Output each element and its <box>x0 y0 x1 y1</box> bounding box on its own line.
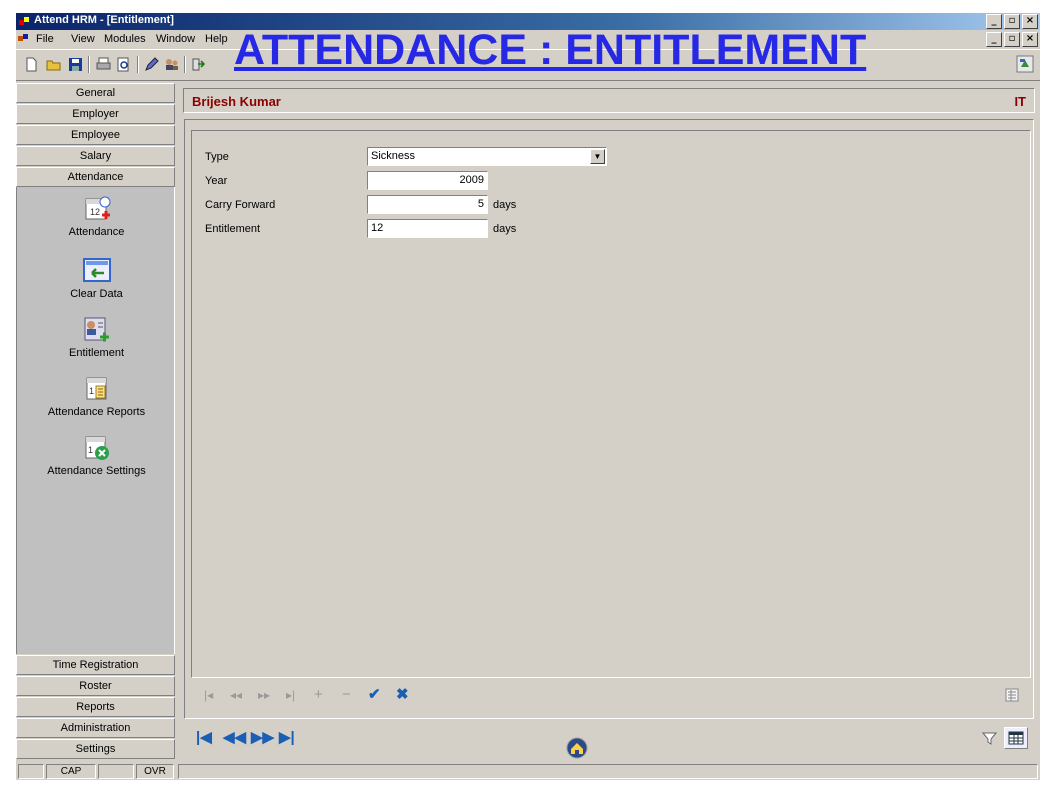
menu-modules[interactable]: Modules <box>104 33 146 45</box>
cancel-x-icon[interactable]: ✖ <box>396 685 409 703</box>
entitlement-unit: days <box>493 223 517 235</box>
nav-item-label: Attendance Reports <box>47 406 146 418</box>
status-blank-2 <box>98 764 134 779</box>
status-message <box>178 764 1038 779</box>
application-window: Attend HRM - [Entitlement] _ ▫ × File Vi… <box>16 13 1040 780</box>
status-bar: CAP OVR <box>16 763 1040 780</box>
attendance-panel: 12 Attendance Clear Data Entitlement 1 A… <box>16 187 175 654</box>
nav-roster[interactable]: Roster <box>16 676 175 696</box>
employee-name: Brijesh Kumar <box>192 94 281 109</box>
nav-item-label: Attendance <box>68 226 125 238</box>
refresh-icon[interactable] <box>1016 55 1034 73</box>
nav-employer[interactable]: Employer <box>16 104 175 124</box>
nav-item-label: Clear Data <box>70 288 123 300</box>
prior-record-icon[interactable]: ◂◂ <box>230 688 242 702</box>
nav-reports[interactable]: Reports <box>16 697 175 717</box>
calendar-add-icon: 12 <box>82 195 112 223</box>
next-page-icon[interactable]: ▶▶ <box>251 728 274 746</box>
edit-icon[interactable] <box>144 57 159 72</box>
grid-view-icon[interactable] <box>1005 688 1019 702</box>
print-preview-icon[interactable] <box>116 57 131 72</box>
child-close-button[interactable]: × <box>1022 32 1038 47</box>
status-ovr: OVR <box>136 764 174 779</box>
type-select[interactable]: Sickness ▼ <box>367 147 607 166</box>
menu-file[interactable]: File <box>36 33 54 45</box>
entitlement-label: Entitlement <box>205 223 261 235</box>
nav-employee[interactable]: Employee <box>16 125 175 145</box>
menu-window[interactable]: Window <box>156 33 195 45</box>
post-check-icon[interactable]: ✔ <box>368 685 381 703</box>
nav-general[interactable]: General <box>16 83 175 103</box>
child-minimize-button[interactable]: _ <box>986 32 1002 47</box>
restore-button[interactable]: ▫ <box>1004 14 1020 29</box>
filter-icon[interactable] <box>982 731 997 746</box>
app-icon <box>19 17 30 26</box>
carry-forward-field[interactable]: 5 <box>367 195 488 214</box>
document-icon <box>18 34 29 43</box>
year-field[interactable]: 2009 <box>367 171 488 190</box>
last-record-icon[interactable]: ▸| <box>286 688 295 702</box>
save-icon[interactable] <box>68 57 83 72</box>
nav-item-attendance-settings[interactable]: 1 Attendance Settings <box>17 434 176 477</box>
svg-text:12: 12 <box>90 207 100 217</box>
settings-icon: 1 <box>82 434 112 462</box>
chevron-down-icon[interactable]: ▼ <box>590 149 605 164</box>
nav-item-label: Entitlement <box>68 347 125 359</box>
type-label: Type <box>205 151 229 163</box>
nav-item-label: Attendance Settings <box>47 465 146 477</box>
nav-administration[interactable]: Administration <box>16 718 175 738</box>
last-page-icon[interactable]: ▶| <box>279 728 295 746</box>
svg-text:1: 1 <box>89 386 94 396</box>
child-restore-button[interactable]: ▫ <box>1004 32 1020 47</box>
nav-settings[interactable]: Settings <box>16 739 175 759</box>
nav-item-attendance-reports[interactable]: 1 Attendance Reports <box>17 375 176 418</box>
prior-page-icon[interactable]: ◀◀ <box>223 728 246 746</box>
users-icon[interactable] <box>164 57 179 72</box>
print-icon[interactable] <box>96 57 111 72</box>
minimize-button[interactable]: _ <box>986 14 1002 29</box>
employee-header: Brijesh Kumar IT <box>183 88 1035 113</box>
add-record-icon[interactable]: + <box>314 686 323 703</box>
open-folder-icon[interactable] <box>46 57 61 72</box>
form-panel <box>191 130 1031 678</box>
nav-attendance[interactable]: Attendance <box>16 167 175 187</box>
menu-view[interactable]: View <box>71 33 95 45</box>
clear-data-icon <box>82 257 112 285</box>
year-label: Year <box>205 175 228 187</box>
first-page-icon[interactable]: |◀ <box>196 728 212 746</box>
first-record-icon[interactable]: |◂ <box>204 688 213 702</box>
report-icon: 1 <box>82 375 112 403</box>
entitlement-icon <box>82 316 112 344</box>
carry-forward-label: Carry Forward <box>205 199 276 211</box>
next-record-icon[interactable]: ▸▸ <box>258 688 270 702</box>
nav-item-attendance[interactable]: 12 Attendance <box>17 195 176 238</box>
nav-salary[interactable]: Salary <box>16 146 175 166</box>
nav-item-clear-data[interactable]: Clear Data <box>17 257 176 300</box>
status-cap: CAP <box>46 764 96 779</box>
svg-text:1: 1 <box>88 445 93 455</box>
page-banner-title[interactable]: ATTENDANCE : ENTITLEMENT <box>234 26 866 74</box>
entitlement-field[interactable]: 12 <box>367 219 488 238</box>
nav-item-entitlement[interactable]: Entitlement <box>17 316 176 359</box>
type-value: Sickness <box>371 150 416 162</box>
nav-time-registration[interactable]: Time Registration <box>16 655 175 675</box>
window-title: Attend HRM - [Entitlement] <box>34 14 174 26</box>
close-button[interactable]: × <box>1022 14 1038 29</box>
new-document-icon[interactable] <box>24 57 39 72</box>
table-view-button[interactable] <box>1004 727 1028 749</box>
status-blank-1 <box>18 764 44 779</box>
carry-forward-unit: days <box>493 199 517 211</box>
table-icon <box>1008 731 1024 745</box>
exit-icon[interactable] <box>191 57 206 72</box>
delete-record-icon[interactable]: − <box>342 686 351 703</box>
department-label: IT <box>1014 94 1026 109</box>
home-icon[interactable] <box>566 737 588 759</box>
menu-help[interactable]: Help <box>205 33 228 45</box>
